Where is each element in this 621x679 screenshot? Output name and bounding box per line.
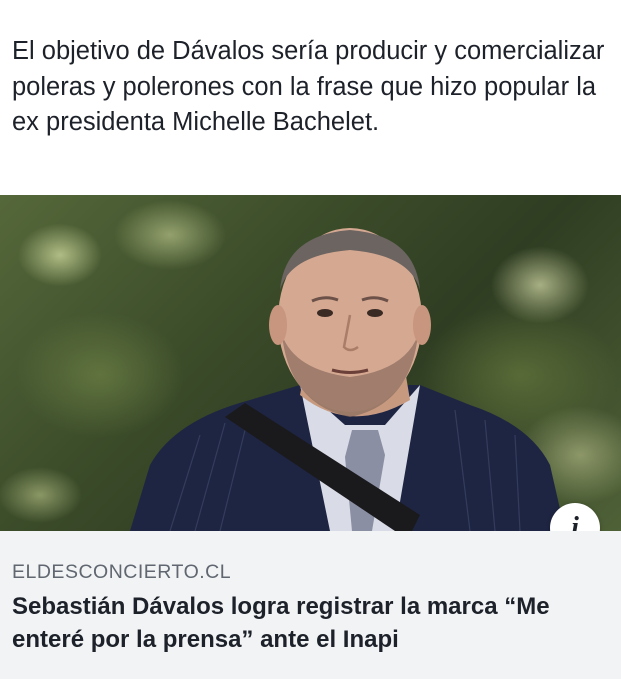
link-domain: ELDESCONCIERTO.CL [12,561,232,583]
post-text: El objetivo de Dávalos sería producir y … [12,37,605,136]
man-in-suit-illustration [130,228,565,531]
article-photo[interactable] [0,195,621,531]
link-card-footer[interactable]: ELDESCONCIERTO.CL Sebastián Dávalos logr… [0,531,621,679]
link-headline[interactable]: Sebastián Dávalos logra registrar la mar… [12,590,612,656]
